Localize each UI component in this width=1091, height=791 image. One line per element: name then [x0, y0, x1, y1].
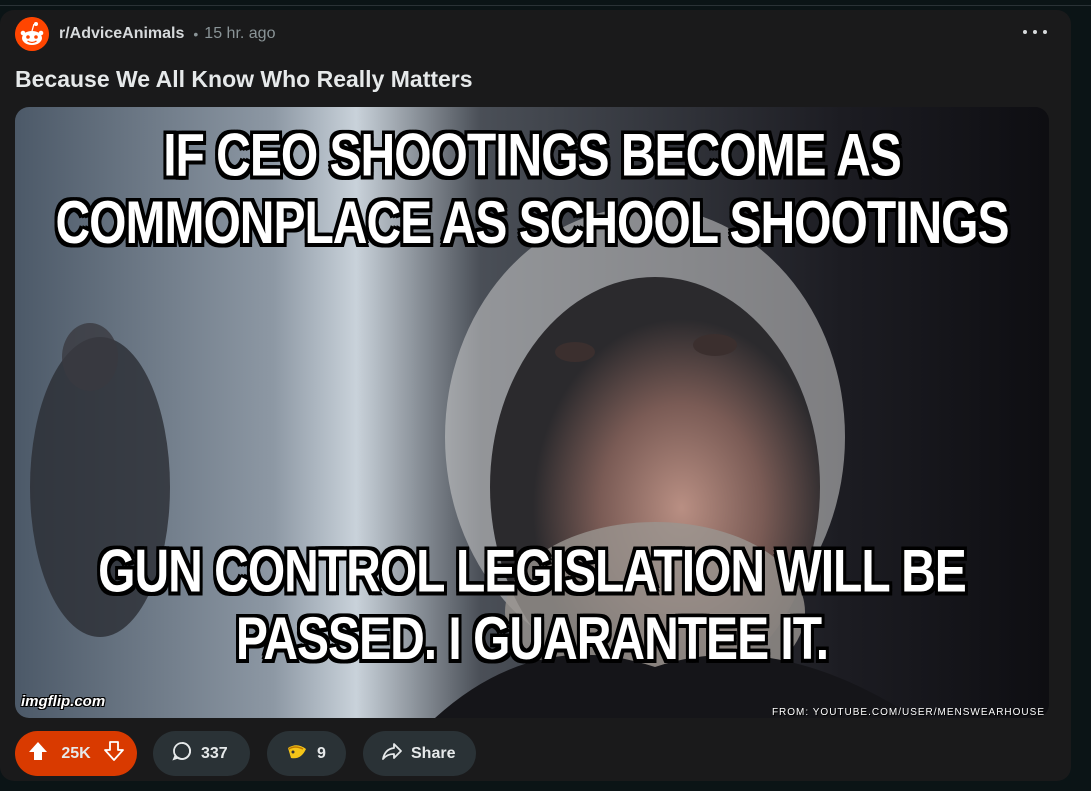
meme-bottom-text: GUN CONTROL LEGISLATION WILL BE PASSED. … [98, 539, 967, 673]
action-bar: 25K 337 9 Share [15, 731, 476, 776]
comment-count: 337 [201, 744, 228, 762]
share-button[interactable]: Share [363, 731, 476, 776]
post-image[interactable]: IF CEO SHOOTINGS BECOME AS COMMONPLACE A… [15, 107, 1049, 718]
post-time: 15 hr. ago [204, 25, 276, 42]
more-options-icon[interactable] [1023, 24, 1047, 40]
meme-top-text: IF CEO SHOOTINGS BECOME AS COMMONPLACE A… [55, 123, 1009, 257]
downvote-arrow-icon[interactable] [103, 740, 125, 767]
upvote-arrow-icon[interactable] [27, 740, 49, 767]
post-card[interactable]: r/AdviceAnimals • 15 hr. ago Because We … [0, 10, 1071, 781]
comments-button[interactable]: 337 [153, 731, 250, 776]
post-title[interactable]: Because We All Know Who Really Matters [15, 66, 473, 93]
share-arrow-icon [381, 740, 403, 767]
award-button[interactable]: 9 [267, 731, 346, 776]
share-label: Share [411, 744, 456, 762]
subreddit-link[interactable]: r/AdviceAnimals [59, 25, 184, 43]
reddit-avatar-icon[interactable] [15, 17, 49, 51]
vote-count: 25K [61, 744, 91, 762]
watermark-imgflip: imgflip.com [21, 693, 106, 710]
separator-dot: • [193, 26, 199, 42]
comment-bubble-icon [171, 740, 193, 767]
top-divider [0, 0, 1091, 6]
award-icon [285, 740, 309, 767]
watermark-source: FROM: YOUTUBE.COM/USER/MENSWEARHOUSE [771, 707, 1045, 718]
vote-button: 25K [15, 731, 137, 776]
post-header: r/AdviceAnimals • 15 hr. ago [15, 16, 275, 52]
award-count: 9 [317, 744, 326, 762]
